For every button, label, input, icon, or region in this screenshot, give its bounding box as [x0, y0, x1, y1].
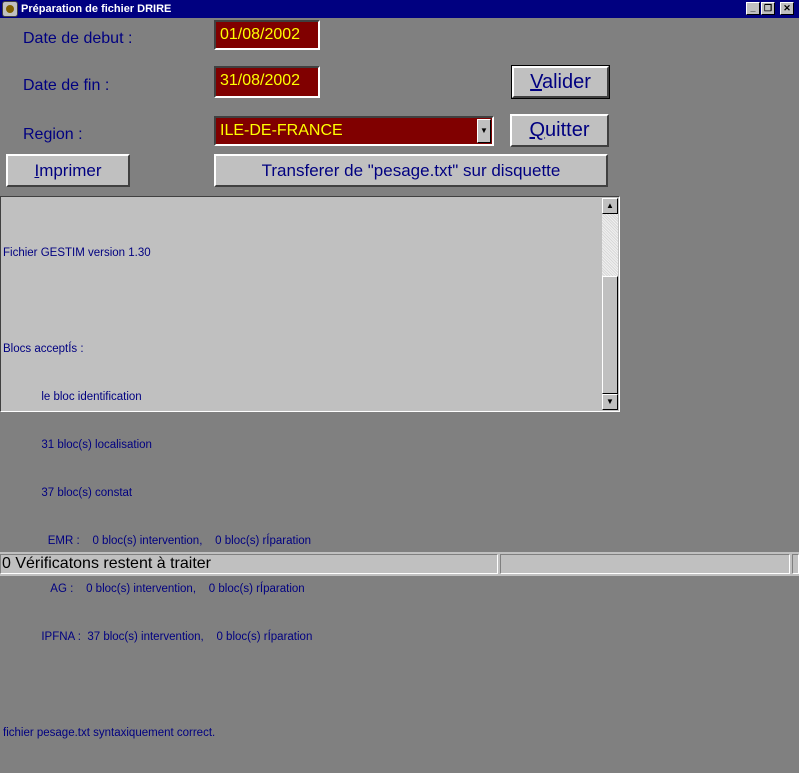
validate-accel: V [530, 71, 542, 93]
start-date-field[interactable]: 01/08/2002 [214, 20, 320, 50]
scroll-down-icon[interactable]: ▼ [602, 394, 618, 410]
status-pane-3 [792, 554, 799, 574]
transfer-button[interactable]: Transferer de "pesage.txt" sur disquette [214, 154, 608, 187]
title-bar: Préparation de fichier DRIRE _ ❐ ✕ [0, 0, 799, 18]
scroll-up-icon[interactable]: ▲ [602, 198, 618, 214]
end-date-field[interactable]: 31/08/2002 [214, 66, 320, 98]
status-message: 0 Vérificatons restent à traiter [0, 554, 498, 574]
quit-accel: Q [529, 119, 546, 141]
app-icon[interactable] [2, 1, 18, 17]
log-line: AG : 0 bloc(s) intervention, 0 bloc(s) r… [3, 583, 305, 595]
region-value: ILE-DE-FRANCE [220, 122, 343, 139]
log-line: Fichier GESTIM version 1.30 [3, 247, 151, 259]
vertical-scrollbar[interactable]: ▲ ▼ [602, 198, 618, 410]
log-text: Fichier GESTIM version 1.30 Blocs accept… [3, 213, 599, 773]
start-date-label: Date de debut : [23, 30, 133, 47]
scroll-thumb[interactable] [602, 276, 618, 394]
log-line: fichier pesage.txt syntaxiquement correc… [3, 727, 216, 739]
validate-button[interactable]: Valider [511, 65, 610, 99]
quit-button[interactable]: Quitter [510, 114, 609, 147]
log-line: le bloc identification [3, 391, 142, 403]
quit-label: uitter [545, 119, 590, 141]
log-line: 31 bloc(s) localisation [3, 439, 152, 451]
restore-button[interactable]: ❐ [761, 2, 775, 15]
end-date-label: Date de fin : [23, 77, 110, 94]
validate-label: alider [541, 71, 591, 93]
log-line: 37 bloc(s) constat [3, 487, 133, 499]
minimize-button[interactable]: _ [746, 2, 760, 15]
log-panel[interactable]: Fichier GESTIM version 1.30 Blocs accept… [0, 196, 620, 739]
log-line: EMR : 0 bloc(s) intervention, 0 bloc(s) … [3, 535, 312, 547]
close-button[interactable]: ✕ [780, 2, 794, 15]
region-select[interactable]: ILE-DE-FRANCE ▼ [214, 116, 494, 146]
log-line: IPFNA : 37 bloc(s) intervention, 0 bloc(… [3, 631, 313, 643]
status-pane-2 [500, 554, 790, 574]
print-button[interactable]: Imprimer [6, 154, 130, 187]
dropdown-arrow-icon[interactable]: ▼ [477, 119, 491, 143]
log-line: Blocs acceptÍs : [3, 343, 84, 355]
transfer-label: Transferer de "pesage.txt" sur disquette [261, 161, 561, 180]
status-bar: 0 Vérificatons restent à traiter [0, 552, 799, 576]
print-label: mprimer [39, 161, 102, 180]
window-title: Préparation de fichier DRIRE [21, 3, 172, 15]
region-label: Region : [23, 126, 83, 143]
